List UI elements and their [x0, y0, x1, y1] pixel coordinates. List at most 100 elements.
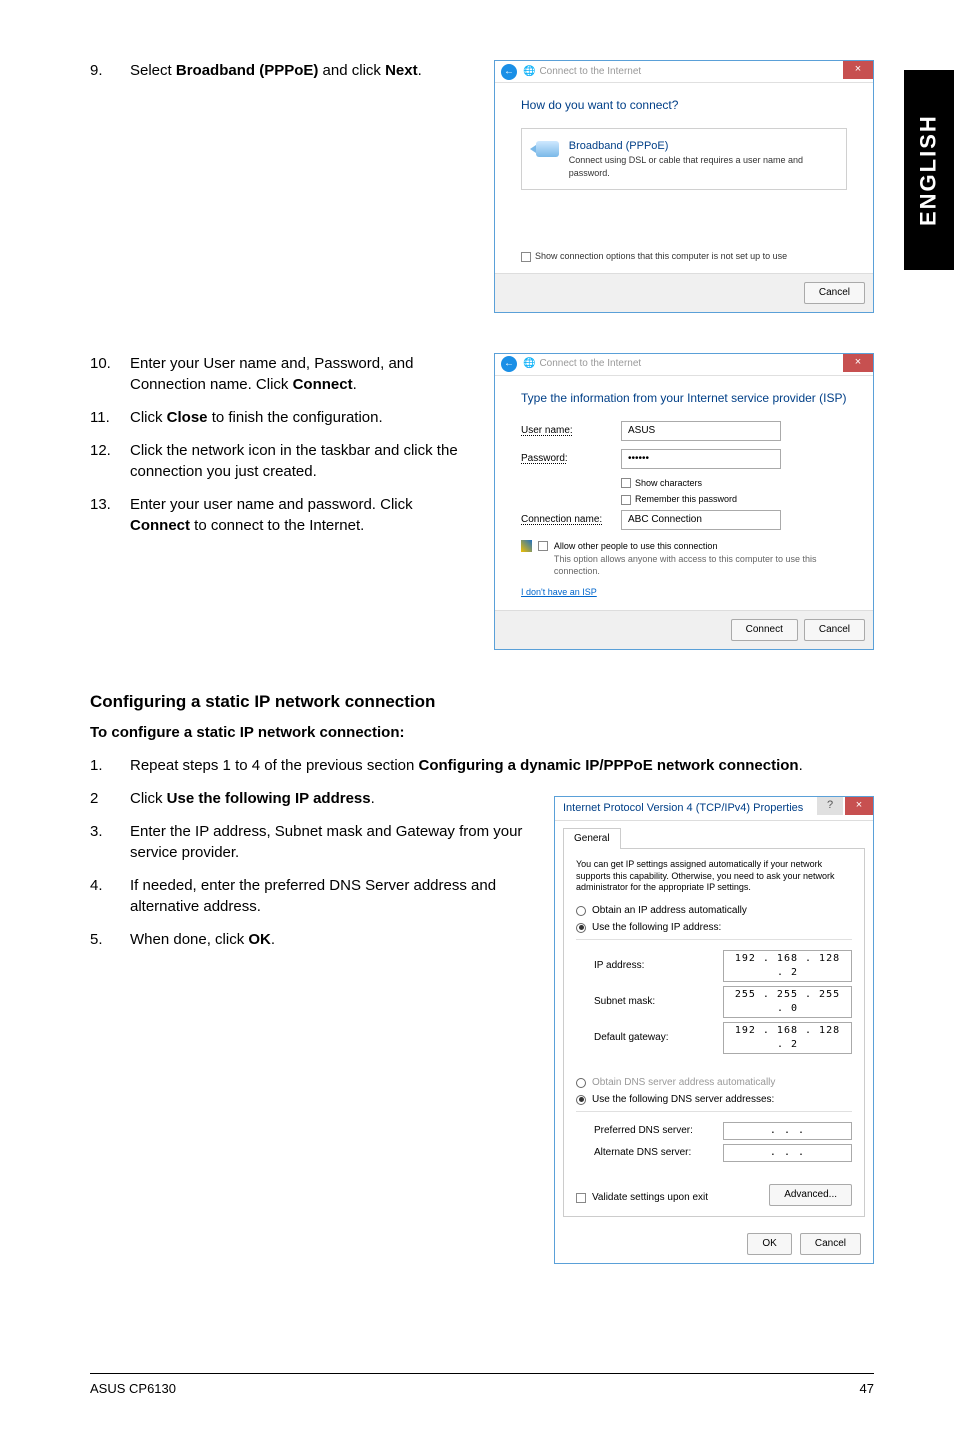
validate-row[interactable]: Validate settings upon exit: [576, 1191, 708, 1205]
show-options-label: Show connection options that this comput…: [535, 250, 787, 263]
obtain-dns-auto-radio[interactable]: Obtain DNS server address automatically: [576, 1076, 852, 1090]
remember-row[interactable]: Remember this password: [621, 493, 847, 506]
allow-label: Allow other people to use this connectio…: [554, 541, 718, 551]
use-following-label: Use the following IP address:: [592, 921, 721, 935]
steps-10-13-row: 10. Enter your User name and, Password, …: [90, 353, 874, 660]
step11-t2: to finish the configuration.: [208, 409, 383, 426]
dialog2-titlebar: ← 🌐 Connect to the Internet ×: [495, 354, 873, 376]
username-field[interactable]: ASUS: [621, 421, 781, 441]
gw-label: Default gateway:: [594, 1031, 723, 1045]
step-9: 9. Select Broadband (PPPoE) and click Ne…: [90, 60, 474, 81]
subnet-field[interactable]: 255 . 255 . 255 . 0: [723, 986, 852, 1018]
connname-row: Connection name: ABC Connection: [521, 510, 847, 530]
step-10: 10. Enter your User name and, Password, …: [90, 353, 474, 395]
language-tab: ENGLISH: [904, 70, 954, 270]
cancel-button[interactable]: Cancel: [804, 282, 865, 304]
ipv4-titlebar: Internet Protocol Version 4 (TCP/IPv4) P…: [555, 797, 873, 821]
ok-button[interactable]: OK: [747, 1233, 791, 1255]
general-tab[interactable]: General: [563, 828, 621, 849]
ipv4-panel: You can get IP settings assigned automat…: [563, 848, 865, 1217]
s1-b: Configuring a dynamic IP/PPPoE network c…: [419, 757, 799, 774]
cancel-button-2[interactable]: Cancel: [804, 619, 865, 641]
step9-bold2: Next: [385, 62, 418, 79]
step10-b: Connect: [293, 376, 353, 393]
gw-field[interactable]: 192 . 168 . 128 . 2: [723, 1022, 852, 1054]
broadband-desc: Connect using DSL or cable that requires…: [569, 154, 832, 179]
alt-dns-field[interactable]: . . .: [723, 1144, 852, 1162]
s2-body: Click Use the following IP address.: [130, 788, 524, 809]
step13-t2: to connect to the Internet.: [190, 517, 364, 534]
password-field[interactable]: ••••••: [621, 449, 781, 469]
s5-t1: When done, click: [130, 931, 248, 948]
static-step-1: 1. Repeat steps 1 to 4 of the previous s…: [90, 755, 874, 776]
step-13: 13. Enter your user name and password. C…: [90, 494, 474, 536]
use-dns-radio[interactable]: Use the following DNS server addresses:: [576, 1093, 852, 1107]
step-9-body: Select Broadband (PPPoE) and click Next.: [130, 60, 474, 81]
s2-num: 2: [90, 788, 130, 809]
radio-icon: [576, 906, 586, 916]
step9-bold1: Broadband (PPPoE): [176, 62, 319, 79]
username-row: User name: ASUS: [521, 421, 847, 441]
cb-icon-3: [538, 541, 548, 551]
close-button[interactable]: ×: [843, 61, 873, 79]
connect-button[interactable]: Connect: [731, 619, 798, 641]
back-button-2[interactable]: ←: [501, 356, 517, 372]
dialog1-heading: How do you want to connect?: [521, 97, 847, 114]
radio-selected-icon: [576, 923, 586, 933]
step13-t1: Enter your user name and password. Click: [130, 496, 413, 513]
obtain-dns-auto-label: Obtain DNS server address automatically: [592, 1076, 775, 1090]
ip-label: IP address:: [594, 959, 723, 973]
s3-body: Enter the IP address, Subnet mask and Ga…: [130, 821, 524, 863]
static-sub: To configure a static IP network connect…: [90, 722, 874, 743]
use-following-radio[interactable]: Use the following IP address:: [576, 921, 852, 935]
broadband-option[interactable]: Broadband (PPPoE) Connect using DSL or c…: [521, 128, 847, 191]
connname-label: Connection name:: [521, 513, 621, 527]
s2-t2: .: [371, 790, 375, 807]
broadband-title: Broadband (PPPoE): [569, 139, 832, 154]
dialog1-title: Connect to the Internet: [539, 65, 641, 79]
cb-icon-2: [621, 495, 631, 505]
s5-t2: .: [271, 931, 275, 948]
s1-t2: .: [799, 757, 803, 774]
connname-field[interactable]: ABC Connection: [621, 510, 781, 530]
ip-field[interactable]: 192 . 168 . 128 . 2: [723, 950, 852, 982]
no-isp-link[interactable]: I don't have an ISP: [521, 586, 597, 599]
footer-page-number: 47: [860, 1380, 874, 1398]
show-options-check[interactable]: Show connection options that this comput…: [521, 250, 847, 263]
help-button[interactable]: ?: [817, 797, 843, 815]
allow-desc: This option allows anyone with access to…: [554, 554, 817, 577]
radio-selected-icon-2: [576, 1095, 586, 1105]
step9-prefix: Select: [130, 62, 176, 79]
step12-body: Click the network icon in the taskbar an…: [130, 440, 474, 482]
footer-left: ASUS CP6130: [90, 1380, 176, 1398]
globe-icon-2: 🌐: [523, 357, 535, 371]
back-button[interactable]: ←: [501, 64, 517, 80]
step9-row: 9. Select Broadband (PPPoE) and click Ne…: [90, 60, 874, 323]
alt-dns-label: Alternate DNS server:: [594, 1146, 723, 1160]
page-footer: ASUS CP6130 47: [90, 1373, 874, 1398]
connect-dialog-2: ← 🌐 Connect to the Internet × Type the i…: [494, 353, 874, 650]
static-heading: Configuring a static IP network connecti…: [90, 690, 874, 714]
ipv4-cancel-button[interactable]: Cancel: [800, 1233, 861, 1255]
step9-suffix: .: [418, 62, 422, 79]
step12-num: 12.: [90, 440, 130, 482]
close-button-2[interactable]: ×: [843, 354, 873, 372]
step13-num: 13.: [90, 494, 130, 536]
pref-dns-field[interactable]: . . .: [723, 1122, 852, 1140]
s1-body: Repeat steps 1 to 4 of the previous sect…: [130, 755, 874, 776]
s3-num: 3.: [90, 821, 130, 863]
obtain-auto-radio[interactable]: Obtain an IP address automatically: [576, 904, 852, 918]
ipv4-close-button[interactable]: ×: [845, 797, 873, 815]
cb-icon: [621, 478, 631, 488]
advanced-button[interactable]: Advanced...: [769, 1184, 852, 1206]
obtain-auto-label: Obtain an IP address automatically: [592, 904, 747, 918]
shield-icon: [521, 540, 532, 552]
page-content: 9. Select Broadband (PPPoE) and click Ne…: [0, 0, 954, 1304]
allow-row[interactable]: Allow other people to use this connectio…: [521, 540, 847, 578]
ipv4-dialog: Internet Protocol Version 4 (TCP/IPv4) P…: [554, 796, 874, 1264]
checkbox-icon: [521, 252, 531, 262]
s4-body: If needed, enter the preferred DNS Serve…: [130, 875, 524, 917]
step13-b: Connect: [130, 517, 190, 534]
show-chars-row[interactable]: Show characters: [621, 477, 847, 490]
broadband-icon: [536, 141, 559, 157]
